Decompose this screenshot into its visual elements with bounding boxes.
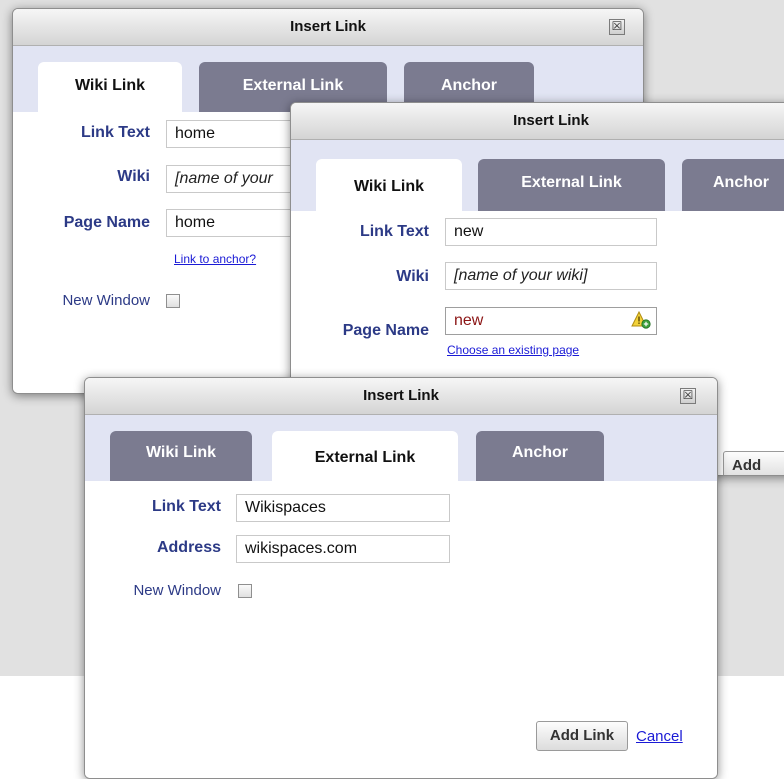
page-name-label: Page Name xyxy=(342,322,429,339)
wiki-label: Wiki xyxy=(396,268,429,285)
page-name-label: Page Name xyxy=(63,214,150,231)
wiki-label: Wiki xyxy=(117,168,150,185)
link-to-anchor-link[interactable]: Link to anchor? xyxy=(174,252,256,266)
tab-strip: Wiki Link External Link Anchor xyxy=(291,140,784,212)
warning-add-icon xyxy=(631,311,651,329)
address-input[interactable]: wikispaces.com xyxy=(236,535,450,563)
link-text-input[interactable]: new xyxy=(445,218,657,246)
dialog-body: Link Text Wikispaces Address wikispaces.… xyxy=(85,481,717,778)
close-icon[interactable]: ☒ xyxy=(680,388,696,404)
tab-wiki-link[interactable]: Wiki Link xyxy=(110,431,252,481)
close-icon[interactable]: ☒ xyxy=(609,19,625,35)
tab-wiki-link[interactable]: Wiki Link xyxy=(38,62,182,112)
address-label: Address xyxy=(156,539,221,556)
tab-wiki-link[interactable]: Wiki Link xyxy=(316,159,462,212)
link-text-label: Link Text xyxy=(80,124,150,141)
link-text-label: Link Text xyxy=(359,223,429,240)
page-name-input[interactable]: new xyxy=(445,307,657,335)
new-window-label: New Window xyxy=(133,582,221,599)
dialog-titlebar[interactable]: Insert Link xyxy=(291,103,784,140)
tab-anchor[interactable]: Anchor xyxy=(476,431,604,481)
tab-external-link[interactable]: External Link xyxy=(478,159,665,211)
cancel-link[interactable]: Cancel xyxy=(636,728,683,745)
insert-link-dialog-front: Insert Link ☒ Wiki Link External Link An… xyxy=(84,377,718,779)
dialog-titlebar[interactable]: Insert Link xyxy=(13,9,643,46)
choose-existing-page-link[interactable]: Choose an existing page xyxy=(447,343,579,357)
add-link-button[interactable]: Add xyxy=(723,451,784,475)
tab-external-link[interactable]: External Link xyxy=(272,431,458,482)
dialog-title: Insert Link xyxy=(363,387,439,404)
wiki-input[interactable]: [name of your wiki] xyxy=(445,262,657,290)
tab-anchor[interactable]: Anchor xyxy=(682,159,784,211)
link-text-label: Link Text xyxy=(151,498,221,515)
dialog-title: Insert Link xyxy=(513,112,589,129)
new-window-checkbox[interactable] xyxy=(166,294,180,308)
tab-strip: Wiki Link External Link Anchor xyxy=(85,415,717,482)
dialog-title: Insert Link xyxy=(290,18,366,35)
add-link-button[interactable]: Add Link xyxy=(536,721,628,751)
new-window-checkbox[interactable] xyxy=(238,584,252,598)
new-window-label: New Window xyxy=(62,292,150,309)
link-text-input[interactable]: Wikispaces xyxy=(236,494,450,522)
dialog-titlebar[interactable]: Insert Link xyxy=(85,378,717,415)
